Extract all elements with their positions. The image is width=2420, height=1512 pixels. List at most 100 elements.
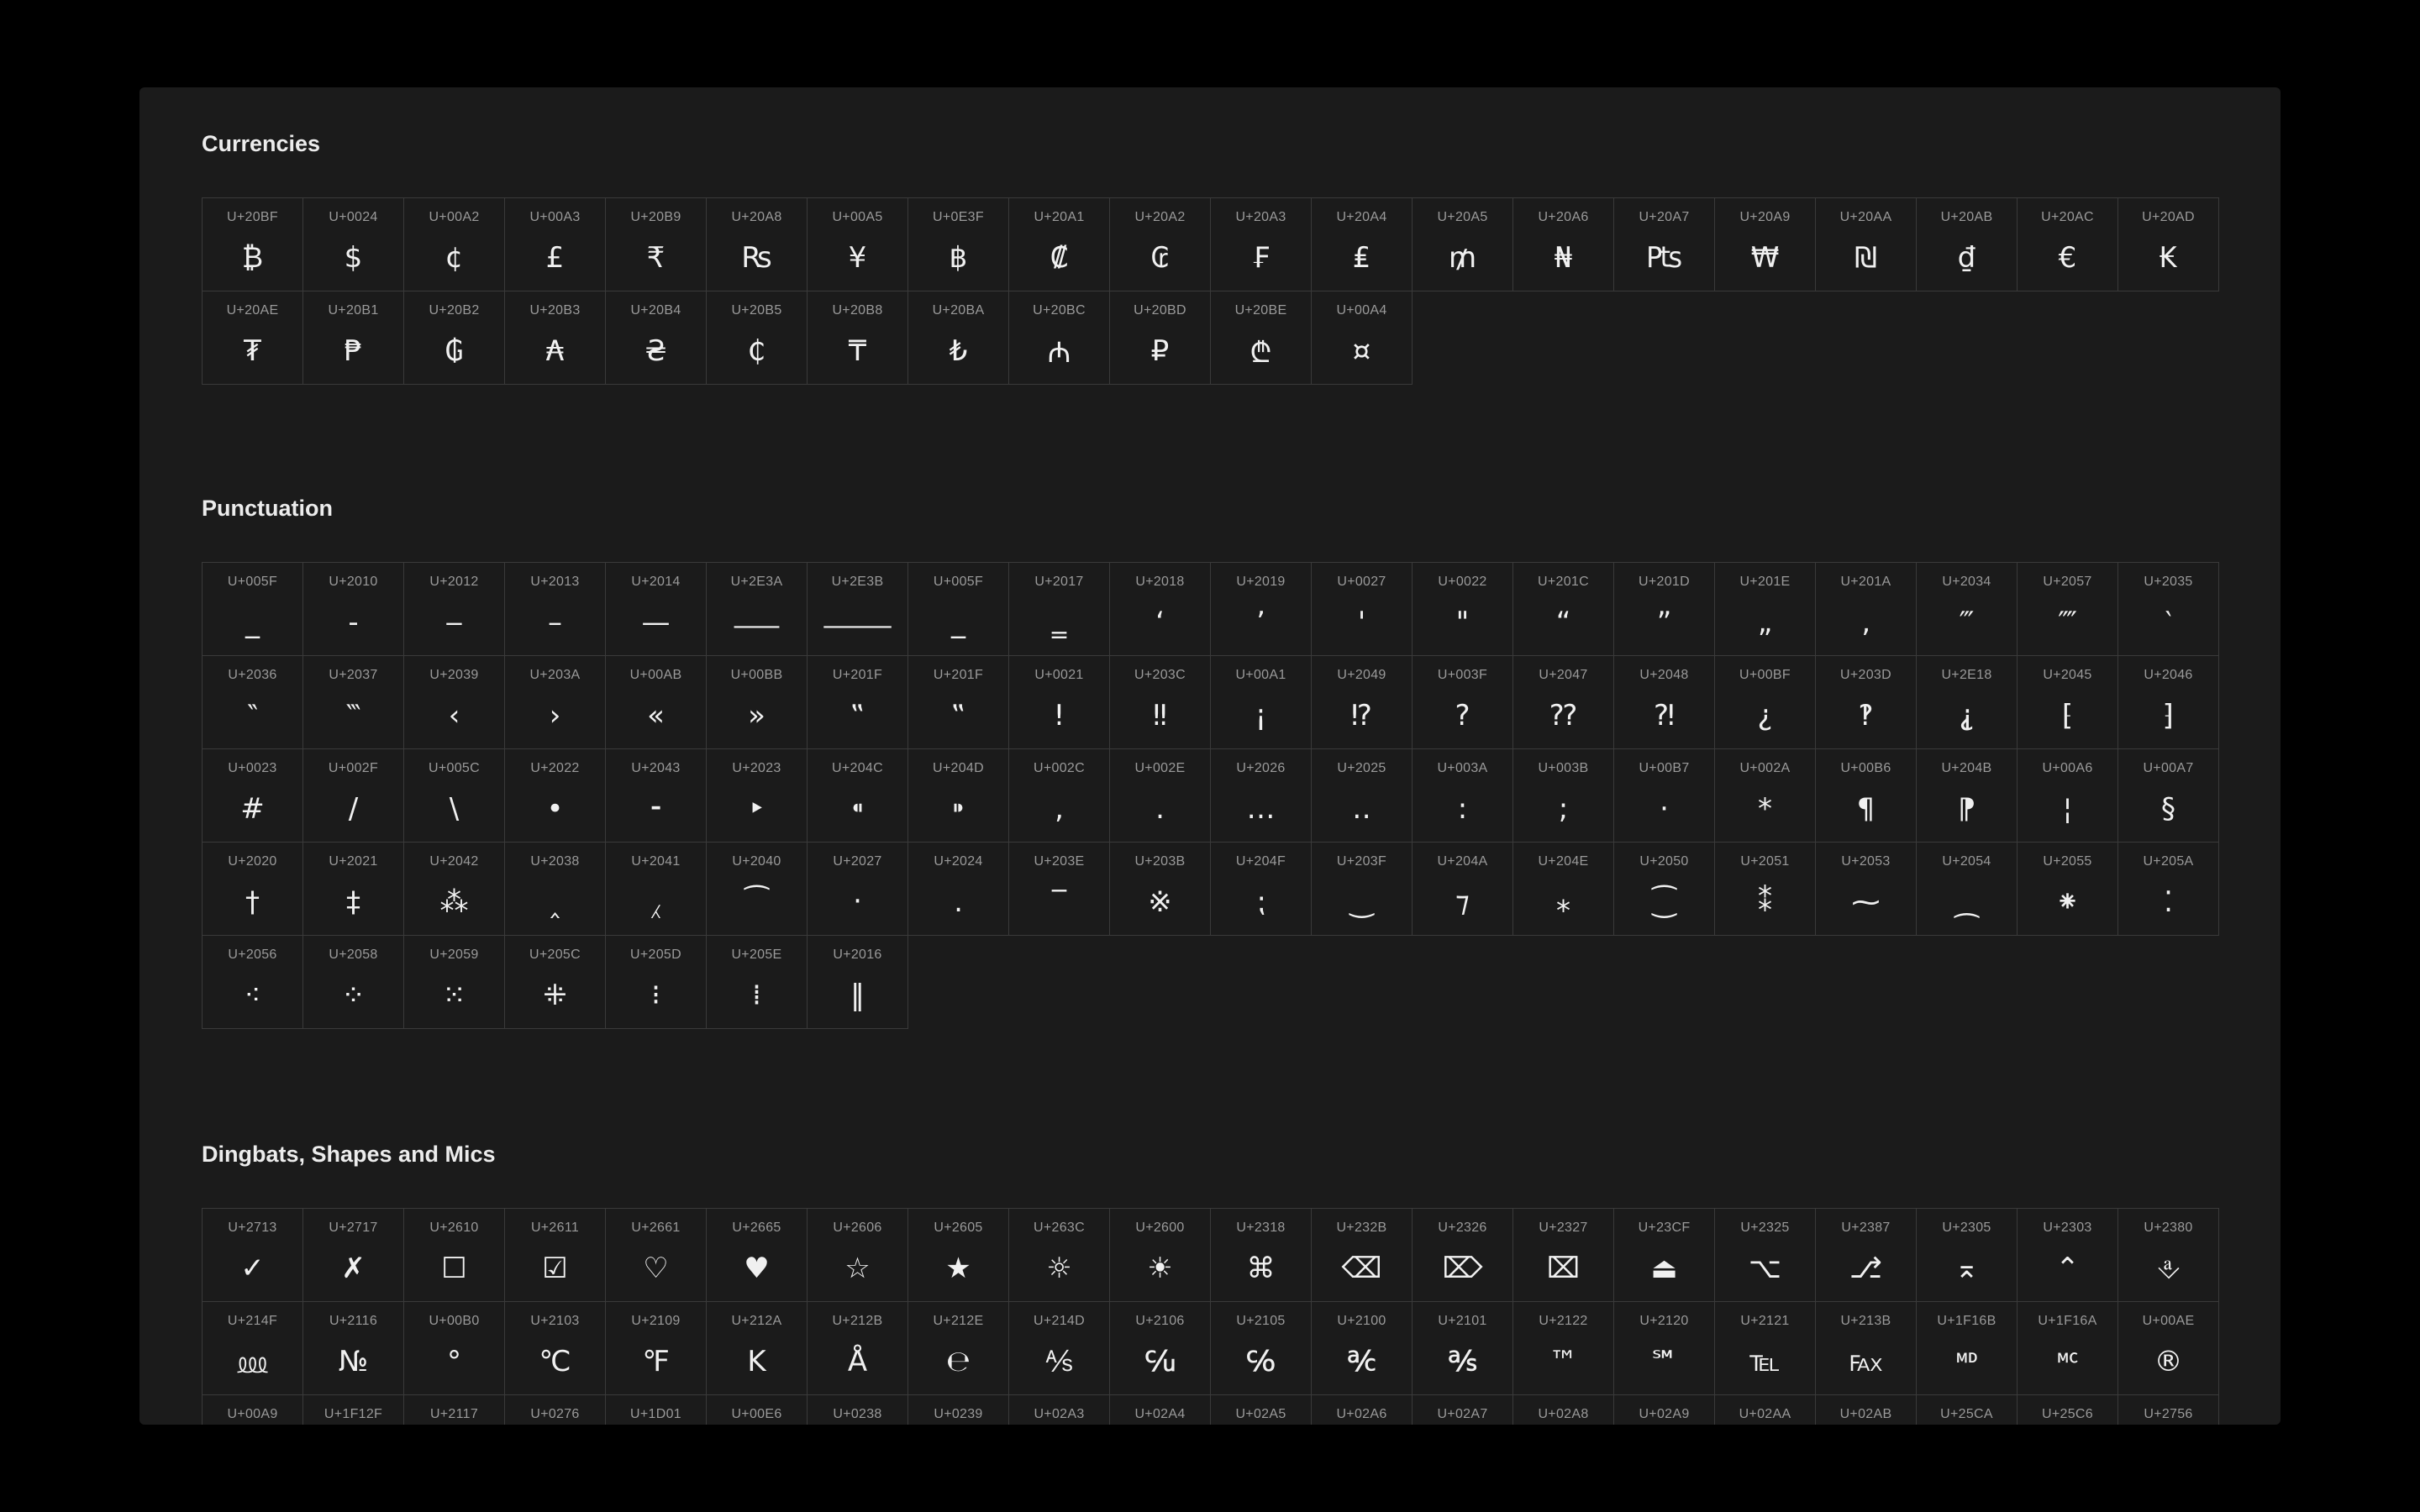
glyph-cell[interactable]: U+212E ℮ — [908, 1302, 1009, 1395]
glyph-cell[interactable]: U+2014 — — [606, 563, 707, 656]
glyph-cell[interactable]: U+20B8 ₸ — [808, 291, 908, 385]
glyph-cell[interactable]: U+205A ⁚ — [2118, 843, 2219, 936]
glyph-cell[interactable]: U+02A8 — [1513, 1395, 1614, 1425]
glyph-cell[interactable]: U+2048 ⁈ — [1614, 656, 1715, 749]
glyph-cell[interactable]: U+20BC ₼ — [1009, 291, 1110, 385]
glyph-cell[interactable]: U+2305 ⌅ — [1917, 1209, 2018, 1302]
glyph-cell[interactable]: U+2117 — [404, 1395, 505, 1425]
glyph-cell[interactable]: U+00AB « — [606, 656, 707, 749]
glyph-cell[interactable]: U+2717 ✗ — [303, 1209, 404, 1302]
glyph-cell[interactable]: U+2106 ℆ — [1110, 1302, 1211, 1395]
glyph-cell[interactable]: U+2043 ⁃ — [606, 749, 707, 843]
glyph-cell[interactable]: U+1F16B 🅫 — [1917, 1302, 2018, 1395]
glyph-cell[interactable]: U+005F _ — [908, 563, 1009, 656]
glyph-cell[interactable]: U+2120 ℠ — [1614, 1302, 1715, 1395]
glyph-cell[interactable]: U+2037 ‷ — [303, 656, 404, 749]
glyph-cell[interactable]: U+0276 — [505, 1395, 606, 1425]
glyph-cell[interactable]: U+203A › — [505, 656, 606, 749]
glyph-cell[interactable]: U+2665 ♥ — [707, 1209, 808, 1302]
glyph-cell[interactable]: U+0023 # — [203, 749, 303, 843]
glyph-cell[interactable]: U+205D ⁝ — [606, 936, 707, 1029]
glyph-cell[interactable]: U+20A7 ₧ — [1614, 198, 1715, 291]
glyph-cell[interactable]: U+2055 ⁕ — [2018, 843, 2118, 936]
glyph-cell[interactable]: U+2051 ⁑ — [1715, 843, 1816, 936]
glyph-cell[interactable]: U+2027 ‧ — [808, 843, 908, 936]
glyph-cell[interactable]: U+0238 — [808, 1395, 908, 1425]
glyph-cell[interactable]: U+00B0 ° — [404, 1302, 505, 1395]
glyph-cell[interactable]: U+20BA ₺ — [908, 291, 1009, 385]
glyph-cell[interactable]: U+214F ⅏ — [203, 1302, 303, 1395]
glyph-cell[interactable]: U+2045 ⁅ — [2018, 656, 2118, 749]
glyph-cell[interactable]: U+0021! — [1009, 656, 1110, 749]
glyph-cell[interactable]: U+2326 ⌦ — [1413, 1209, 1513, 1302]
glyph-cell[interactable]: U+20A5 ₥ — [1413, 198, 1513, 291]
glyph-cell[interactable]: U+2025 ‥ — [1312, 749, 1413, 843]
glyph-cell[interactable]: U+00B7 · — [1614, 749, 1715, 843]
glyph-cell[interactable]: U+20B1 ₱ — [303, 291, 404, 385]
glyph-cell[interactable]: U+201F ‟ — [908, 656, 1009, 749]
glyph-cell[interactable]: U+20AC € — [2018, 198, 2118, 291]
glyph-cell[interactable]: U+2018 ‘ — [1110, 563, 1211, 656]
glyph-cell[interactable]: U+23CF ⏏ — [1614, 1209, 1715, 1302]
glyph-cell[interactable]: U+0239 — [908, 1395, 1009, 1425]
glyph-cell[interactable]: U+005F _ — [203, 563, 303, 656]
glyph-cell[interactable]: U+201F ‟ — [808, 656, 908, 749]
glyph-cell[interactable]: U+2116 № — [303, 1302, 404, 1395]
glyph-cell[interactable]: U+2713 ✓ — [203, 1209, 303, 1302]
glyph-cell[interactable]: U+2046 ⁆ — [2118, 656, 2219, 749]
glyph-cell[interactable]: U+00AE ® — [2118, 1302, 2219, 1395]
glyph-cell[interactable]: U+2012 ‒ — [404, 563, 505, 656]
glyph-cell[interactable]: U+203F ‿ — [1312, 843, 1413, 936]
glyph-cell[interactable]: U+003F? — [1413, 656, 1513, 749]
glyph-cell[interactable]: U+201D ” — [1614, 563, 1715, 656]
glyph-cell[interactable]: U+2101 ℁ — [1413, 1302, 1513, 1395]
glyph-cell[interactable]: U+204C ⁌ — [808, 749, 908, 843]
glyph-cell[interactable]: U+20AE ₮ — [203, 291, 303, 385]
glyph-cell[interactable]: U+2054 ⁔ — [1917, 843, 2018, 936]
glyph-cell[interactable]: U+204B ⁋ — [1917, 749, 2018, 843]
glyph-cell[interactable]: U+02AB — [1816, 1395, 1917, 1425]
glyph-cell[interactable]: U+2109 ℉ — [606, 1302, 707, 1395]
glyph-cell[interactable]: U+2056 ⁖ — [203, 936, 303, 1029]
glyph-cell[interactable]: U+00B6 ¶ — [1816, 749, 1917, 843]
glyph-cell[interactable]: U+02A4 — [1110, 1395, 1211, 1425]
glyph-cell[interactable]: U+02A6 — [1312, 1395, 1413, 1425]
glyph-cell[interactable]: U+2019 ’ — [1211, 563, 1312, 656]
glyph-cell[interactable]: U+20A8 ₨ — [707, 198, 808, 291]
glyph-cell[interactable]: U+25CA — [1917, 1395, 2018, 1425]
glyph-cell[interactable]: U+2035 ‵ — [2118, 563, 2219, 656]
glyph-cell[interactable]: U+25C6 — [2018, 1395, 2118, 1425]
glyph-cell[interactable]: U+002C, — [1009, 749, 1110, 843]
glyph-cell[interactable]: U+2661 ♡ — [606, 1209, 707, 1302]
glyph-cell[interactable]: U+2013 – — [505, 563, 606, 656]
glyph-cell[interactable]: U+2327 ⌧ — [1513, 1209, 1614, 1302]
glyph-cell[interactable]: U+00A6 ¦ — [2018, 749, 2118, 843]
glyph-cell[interactable]: U+20AB ₫ — [1917, 198, 2018, 291]
glyph-cell[interactable]: U+2024 ․ — [908, 843, 1009, 936]
glyph-cell[interactable]: U+02A9 — [1614, 1395, 1715, 1425]
glyph-cell[interactable]: U+00BF ¿ — [1715, 656, 1816, 749]
glyph-cell[interactable]: U+20A1 ₡ — [1009, 198, 1110, 291]
glyph-cell[interactable]: U+002A * — [1715, 749, 1816, 843]
glyph-cell[interactable]: U+212B Å — [808, 1302, 908, 1395]
glyph-cell[interactable]: U+003A: — [1413, 749, 1513, 843]
glyph-cell[interactable]: U+00A7 § — [2118, 749, 2219, 843]
glyph-cell[interactable]: U+20BF ₿ — [203, 198, 303, 291]
glyph-cell[interactable]: U+00BB » — [707, 656, 808, 749]
glyph-cell[interactable]: U+20A3 ₣ — [1211, 198, 1312, 291]
glyph-cell[interactable]: U+1F12F — [303, 1395, 404, 1425]
glyph-cell[interactable]: U+263C ☼ — [1009, 1209, 1110, 1302]
glyph-cell[interactable]: U+201A ‚ — [1816, 563, 1917, 656]
glyph-cell[interactable]: U+204A ⁊ — [1413, 843, 1513, 936]
glyph-cell[interactable]: U+2122 ™ — [1513, 1302, 1614, 1395]
glyph-cell[interactable]: U+0E3F ฿ — [908, 198, 1009, 291]
glyph-cell[interactable]: U+2020 † — [203, 843, 303, 936]
glyph-cell[interactable]: U+00A5 ¥ — [808, 198, 908, 291]
glyph-cell[interactable]: U+2E3B ⸻ — [808, 563, 908, 656]
glyph-cell[interactable]: U+00A4 ¤ — [1312, 291, 1413, 385]
glyph-cell[interactable]: U+20BE ₾ — [1211, 291, 1312, 385]
glyph-cell[interactable]: U+2318 ⌘ — [1211, 1209, 1312, 1302]
glyph-cell[interactable]: U+205C ⁜ — [505, 936, 606, 1029]
glyph-cell[interactable]: U+2303 ⌃ — [2018, 1209, 2118, 1302]
glyph-cell[interactable]: U+00E6 — [707, 1395, 808, 1425]
